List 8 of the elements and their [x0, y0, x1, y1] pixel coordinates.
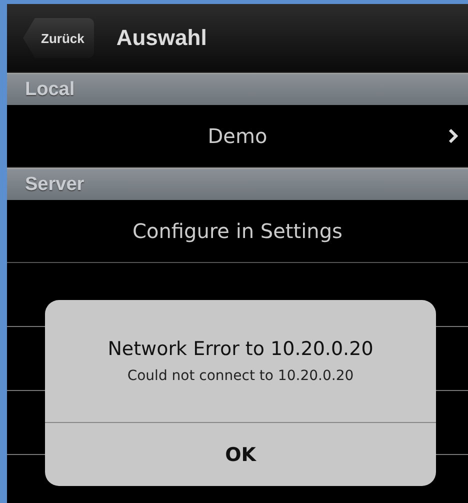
nav-title: Auswahl — [116, 25, 207, 51]
alert-title: Network Error to 10.20.0.20 — [106, 338, 374, 360]
section-header: Server — [7, 168, 468, 200]
ok-button[interactable]: OK — [45, 423, 436, 486]
list-row[interactable]: Configure in Settings — [7, 200, 468, 263]
alert-message: Could not connect to 10.20.0.20 — [126, 368, 355, 384]
section-header: Local — [7, 73, 468, 105]
back-button[interactable]: Zurück — [23, 18, 94, 58]
